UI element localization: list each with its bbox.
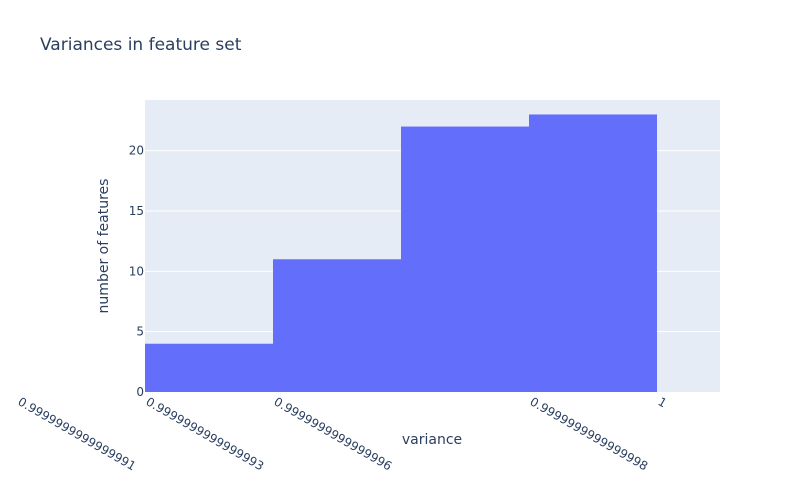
y-tick-label: 15 [129, 204, 144, 218]
x-axis-title: variance [402, 432, 462, 448]
y-tick-label: 0 [136, 385, 144, 399]
y-tick-label: 10 [129, 264, 144, 278]
histogram-bar [529, 114, 657, 392]
histogram-bar [145, 343, 273, 392]
histogram-bar [401, 126, 529, 392]
y-tick-label: 5 [136, 325, 144, 339]
histogram-bar [273, 259, 401, 392]
y-tick-label: 20 [129, 144, 144, 158]
y-axis-title: number of features [96, 179, 112, 314]
chart-title: Variances in feature set [40, 35, 242, 55]
histogram-chart: Variances in feature set 05101520 0.9999… [0, 0, 800, 500]
